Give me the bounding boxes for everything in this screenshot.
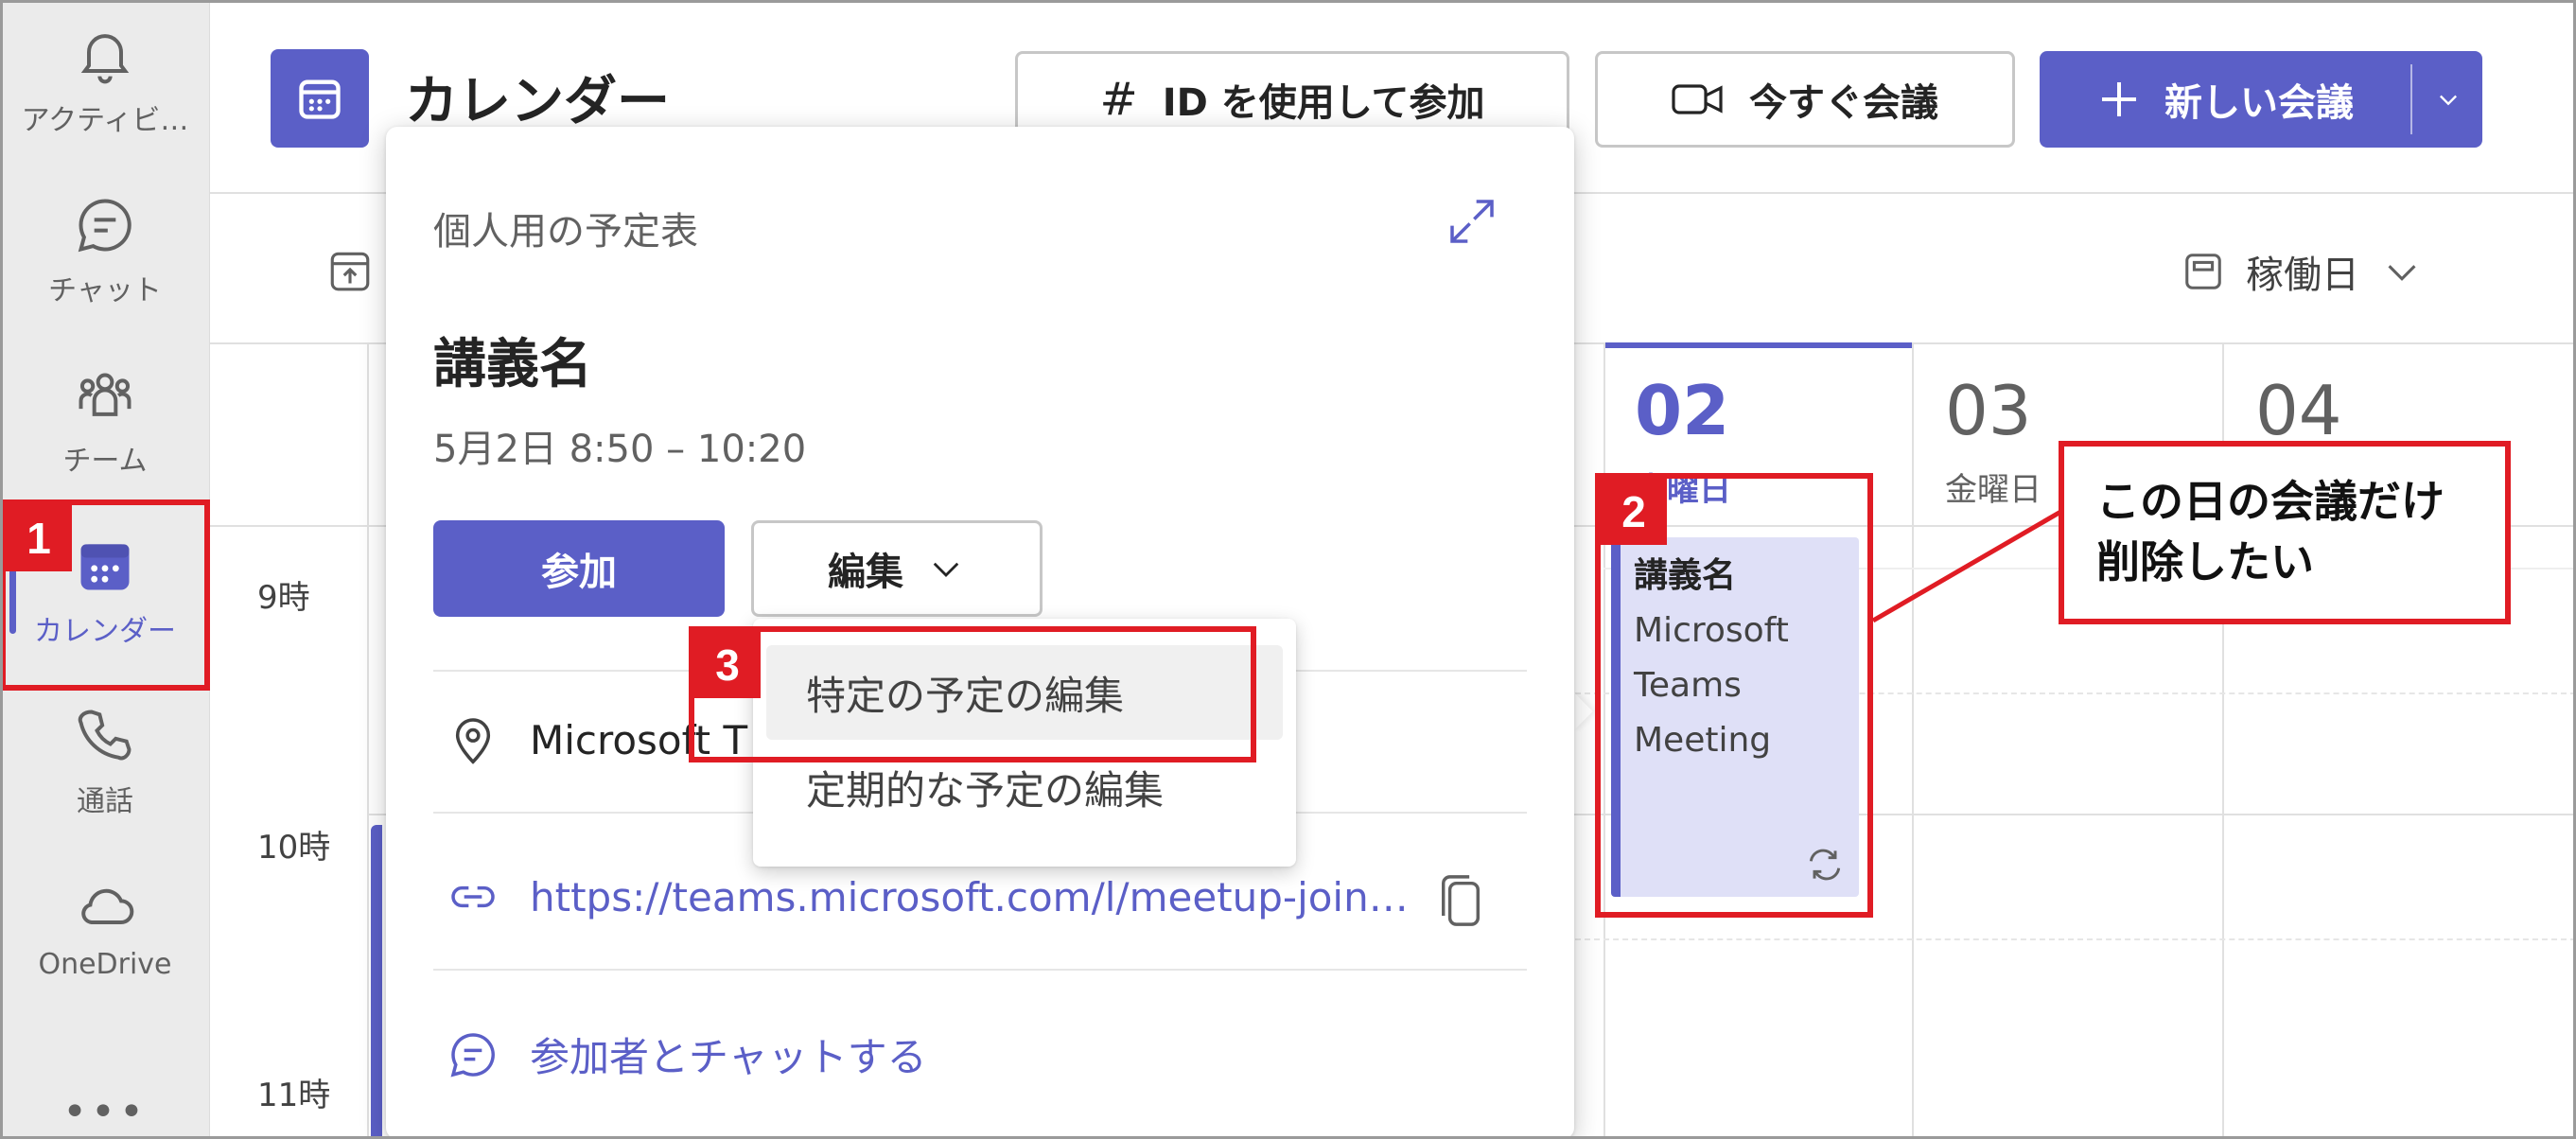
half-hour-line (1575, 938, 2576, 940)
chat-icon (78, 199, 131, 253)
today-icon[interactable] (326, 248, 374, 295)
link-icon (451, 885, 495, 908)
callout-text: 削除したい (2096, 536, 2314, 587)
event-title: 講義名 (433, 334, 592, 395)
plus-icon (2102, 82, 2136, 116)
chat-with-participants-row[interactable]: 参加者とチャットする (447, 1025, 927, 1083)
new-meeting-dropdown[interactable] (2414, 51, 2482, 148)
day-number[interactable]: 04 (2255, 371, 2342, 450)
teams-icon (79, 373, 131, 416)
annotation-callout: この日の会議だけ 削除したい (2059, 441, 2511, 624)
more-apps-button[interactable]: ••• (0, 1088, 210, 1136)
rail-item-label: 通話 (77, 785, 133, 818)
today-indicator (1605, 342, 1912, 348)
chevron-down-icon (2388, 265, 2416, 281)
rail-item-label: アクティビ… (21, 104, 189, 137)
rail-item-label: チーム (62, 445, 148, 478)
edit-button[interactable]: 編集 (751, 520, 1043, 617)
chevron-down-icon (2440, 95, 2457, 106)
phone-icon (78, 710, 131, 761)
cloud-icon (81, 888, 134, 924)
annotation-number-2: 2 (1601, 479, 1667, 545)
chat-with-participants-label: 参加者とチャットする (530, 1034, 927, 1080)
hash-icon: # (1099, 73, 1138, 126)
location-pin-icon (455, 718, 491, 764)
meeting-link[interactable]: https://teams.microsoft.com/l/meetup-joi… (530, 874, 1409, 920)
divider (433, 969, 1527, 971)
calendar-icon (299, 79, 341, 119)
time-label: 11時 (257, 1077, 331, 1114)
meet-now-label: 今すぐ会議 (1749, 81, 1938, 125)
rail-item-label: チャット (48, 274, 162, 307)
grid-line (1912, 342, 1914, 1139)
day-name: 金曜日 (1945, 471, 2042, 509)
rail-item-activity[interactable]: アクティビ… (0, 0, 210, 161)
annotation-number-3: 3 (694, 632, 761, 698)
day-number[interactable]: 03 (1945, 371, 2032, 450)
calendar-name: 個人用の予定表 (433, 210, 698, 254)
bell-icon (80, 34, 130, 84)
annotation-number-1: 1 (6, 505, 72, 571)
button-divider (2410, 64, 2412, 134)
time-label: 9時 (257, 579, 310, 617)
rail-item-onedrive[interactable]: OneDrive (0, 847, 210, 1008)
page-title: カレンダー (405, 71, 670, 132)
calendar-app-icon (271, 49, 369, 148)
rail-item-teams[interactable]: チーム (0, 341, 210, 501)
grid-line (367, 342, 369, 1139)
view-icon (2185, 254, 2221, 289)
edit-label: 編集 (828, 551, 903, 594)
join-button[interactable]: 参加 (433, 520, 725, 617)
new-meeting-button[interactable]: 新しい会議 (2040, 51, 2482, 148)
rail-item-chat[interactable]: チャット (0, 170, 210, 331)
day-number-today[interactable]: 02 (1635, 371, 1729, 450)
expand-icon[interactable] (1446, 195, 1498, 248)
view-label: 稼働日 (2246, 254, 2359, 297)
video-camera-icon (1672, 84, 1723, 114)
chat-icon (450, 1032, 495, 1077)
rail-item-label: OneDrive (38, 947, 172, 981)
callout-text: この日の会議だけ (2096, 476, 2445, 527)
meeting-link-row[interactable]: https://teams.microsoft.com/l/meetup-joi… (447, 870, 1409, 923)
join-with-id-label: ID を使用して参加 (1162, 81, 1485, 125)
rail-item-calls[interactable]: 通話 (0, 681, 210, 842)
chevron-down-icon (933, 562, 959, 577)
annotation-box-3 (689, 626, 1256, 762)
event-time: 5月2日 8:50 – 10:20 (433, 428, 807, 471)
new-meeting-label: 新しい会議 (2164, 81, 2354, 125)
new-meeting-main[interactable]: 新しい会議 (2040, 51, 2410, 148)
view-selector[interactable]: 稼働日 (2182, 238, 2424, 305)
meet-now-button[interactable]: 今すぐ会議 (1595, 51, 2015, 148)
event-strip (371, 825, 382, 1139)
time-label: 10時 (257, 829, 331, 867)
copy-icon[interactable] (1434, 870, 1487, 931)
